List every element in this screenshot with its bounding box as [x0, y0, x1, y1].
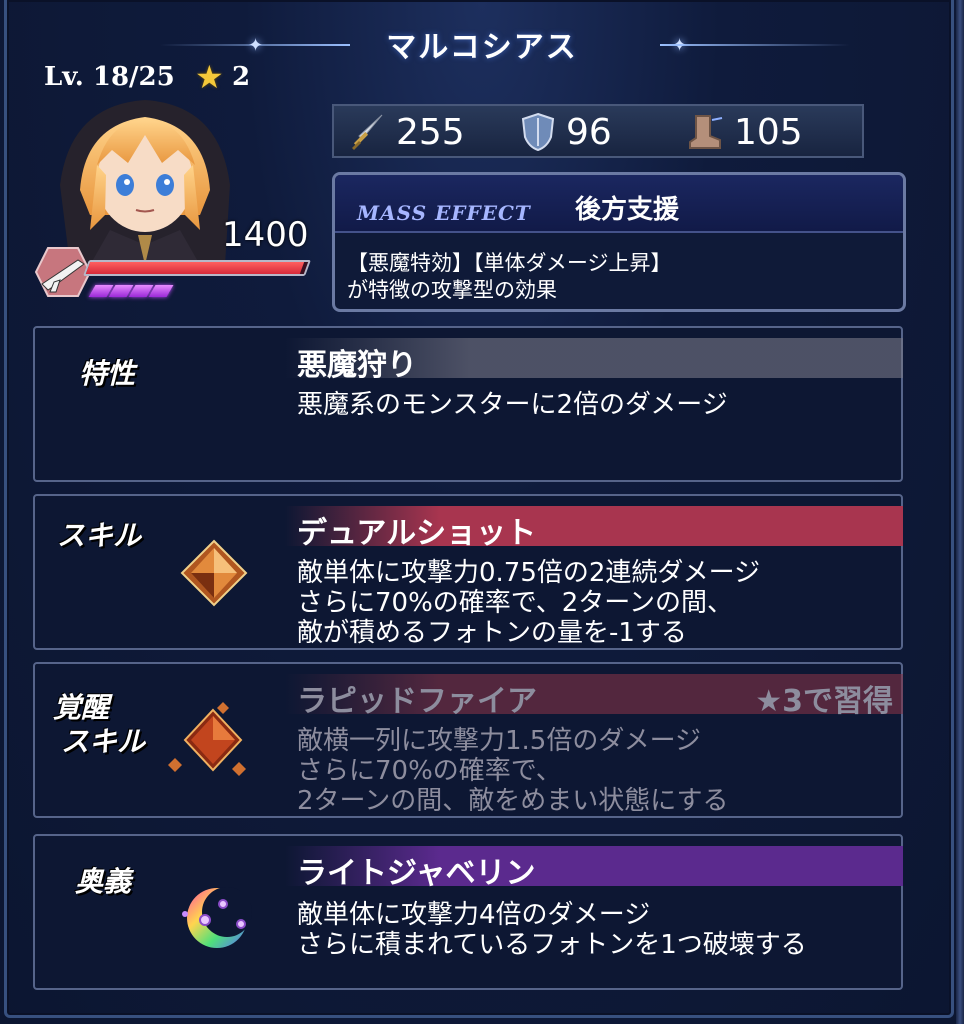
skill-header: デュアルショット — [285, 506, 903, 551]
right-frame-edge — [956, 0, 964, 1024]
ougi-label: 奥義 — [75, 865, 132, 898]
attack-stat: 255 — [348, 110, 465, 154]
boot-icon — [689, 115, 723, 149]
stats-bar: 255 96 105 — [332, 104, 864, 158]
trait-name: 悪魔狩り — [297, 348, 417, 383]
crescent-moon-icon — [182, 887, 252, 948]
level-label: Lv. 18/25 — [44, 62, 175, 92]
speed-value: 105 — [734, 111, 803, 153]
unlock-condition: ★3で習得 — [755, 684, 893, 719]
ougi-header: ライトジャベリン — [285, 846, 903, 891]
ougi-description-line: さらに積まれているフォトンを1つ破壊する — [297, 930, 807, 960]
awakened-skill-label: スキル — [61, 725, 146, 758]
defense-stat: 96 — [520, 110, 612, 154]
trait-header: 悪魔狩り — [285, 338, 903, 383]
character-portrait[interactable] — [50, 95, 240, 265]
defense-value: 96 — [566, 111, 612, 153]
skill-name: デュアルショット — [297, 516, 537, 551]
ougi-name: ライトジャベリン — [297, 856, 536, 891]
awakened-skill-panel[interactable]: 覚醒 スキル ラピッドファイア ★3で習得 敵横一列に攻撃力1.5倍のダメージ … — [33, 662, 903, 818]
awakened-skill-header: ラピッドファイア ★3で習得 — [285, 674, 903, 719]
hp-value: 1400 — [222, 215, 309, 255]
rarity-value: 2 — [232, 62, 251, 92]
trait-description-line: 悪魔系のモンスターに2倍のダメージ — [297, 390, 728, 420]
title-decoration-right — [660, 44, 850, 46]
trait-label: 特性 — [79, 357, 136, 390]
mass-effect-name: 後方支援 — [575, 195, 680, 225]
shield-icon — [521, 112, 555, 152]
awakened-skill-description-line: 2ターンの間、敵をめまい状態にする — [297, 786, 729, 816]
sword-icon — [352, 114, 383, 150]
attack-value: 255 — [396, 111, 465, 153]
hp-bar-fill — [85, 262, 304, 274]
hp-bar — [83, 260, 311, 276]
gem-icon — [180, 539, 248, 607]
trait-panel[interactable]: 特性 悪魔狩り 悪魔系のモンスターに2倍のダメージ — [33, 326, 903, 482]
mass-effect-header: MASS EFFECT 後方支援 — [335, 175, 903, 233]
speed-stat: 105 — [684, 110, 803, 154]
unit-detail-screen: ✦ マルコシアス ✦ Lv. 18/25 ★ 2 1400 — [0, 0, 964, 1024]
photon-gauge — [88, 285, 174, 303]
skill-label: スキル — [57, 519, 142, 552]
mass-effect-label: MASS EFFECT — [357, 201, 531, 225]
mass-effect-description-line: 【悪魔特効】【単体ダメージ上昇】 — [347, 251, 672, 275]
star-icon: ★ — [195, 58, 224, 96]
skill-description-line: 敵が積めるフォトンの量を-1する — [297, 618, 687, 648]
mass-effect-panel[interactable]: MASS EFFECT 後方支援 【悪魔特効】【単体ダメージ上昇】 が特徴の攻撃… — [332, 172, 906, 312]
awakened-skill-name: ラピッドファイア — [297, 684, 537, 719]
ougi-panel[interactable]: 奥義 ライトジャベリン 敵単体に攻撃力4倍のダメージ さらに積まれているフォトン… — [33, 834, 903, 990]
gem-cluster-icon — [168, 702, 246, 776]
skill-panel[interactable]: スキル デュアルショット 敵単体に攻撃力0.75倍の2連続ダメージ さらに70%… — [33, 494, 903, 650]
mass-effect-description-line: が特徴の攻撃型の効果 — [347, 278, 557, 302]
